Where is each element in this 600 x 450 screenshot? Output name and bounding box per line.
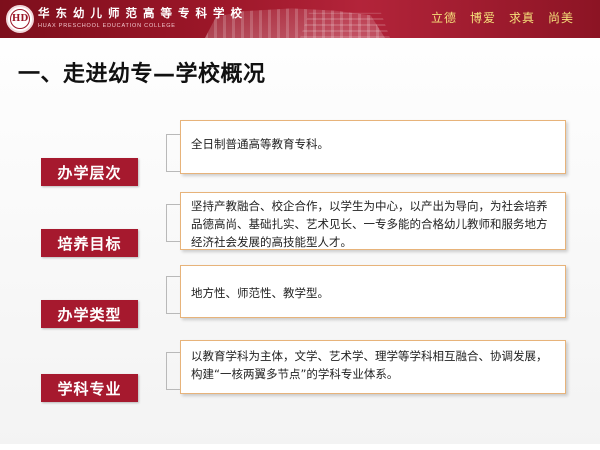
- section-label: 培养目标: [41, 229, 138, 257]
- section-content-box: 以教育学科为主体，文学、艺术学、理学等学科相互融合、协调发展，构建“一核两翼多节…: [180, 340, 566, 394]
- header-banner: HD 华 东 幼 儿 师 范 高 等 专 科 学 校 HUAX PRESCHOO…: [0, 0, 600, 38]
- building-graphic-2: [300, 12, 390, 38]
- section-content: 坚持产教融合、校企合作，以学生为中心，以产出为导向，为社会培养品德高尚、基础扎实…: [191, 199, 548, 249]
- slide: HD 华 东 幼 儿 师 范 高 等 专 科 学 校 HUAX PRESCHOO…: [0, 0, 600, 450]
- motto-word: 立德: [430, 11, 457, 25]
- section-label: 办学类型: [41, 300, 138, 328]
- section-content: 以教育学科为主体，文学、艺术学、理学等学科相互融合、协调发展，构建“一核两翼多节…: [191, 349, 548, 381]
- school-name-en: HUAX PRESCHOOL EDUCATION COLLEGE: [38, 23, 176, 29]
- school-logo-icon: HD: [6, 5, 34, 33]
- motto-word: 尚美: [547, 11, 574, 25]
- motto-word: 求真: [508, 11, 535, 25]
- school-name: 华 东 幼 儿 师 范 高 等 专 科 学 校: [38, 6, 244, 20]
- section-content: 全日制普通高等教育专科。: [191, 137, 329, 151]
- section-content-box: 全日制普通高等教育专科。: [180, 120, 566, 174]
- connector-bracket: [166, 352, 180, 390]
- connector-bracket: [166, 276, 180, 314]
- section-content: 地方性、师范性、教学型。: [191, 286, 329, 300]
- page-title: 一、走进幼专—学校概况: [18, 62, 266, 87]
- section-content-box: 地方性、师范性、教学型。: [180, 265, 566, 318]
- section-content-box: 坚持产教融合、校企合作，以学生为中心，以产出为导向，为社会培养品德高尚、基础扎实…: [180, 192, 566, 250]
- section-label: 办学层次: [41, 158, 138, 186]
- connector-bracket: [166, 134, 180, 172]
- footer-strip: [0, 444, 600, 450]
- connector-bracket: [166, 204, 180, 242]
- logo-mark: HD: [10, 9, 30, 29]
- section-label: 学科专业: [41, 374, 138, 402]
- motto-word: 博爱: [469, 11, 496, 25]
- school-motto: 立德 博爱 求真 尚美: [431, 9, 574, 26]
